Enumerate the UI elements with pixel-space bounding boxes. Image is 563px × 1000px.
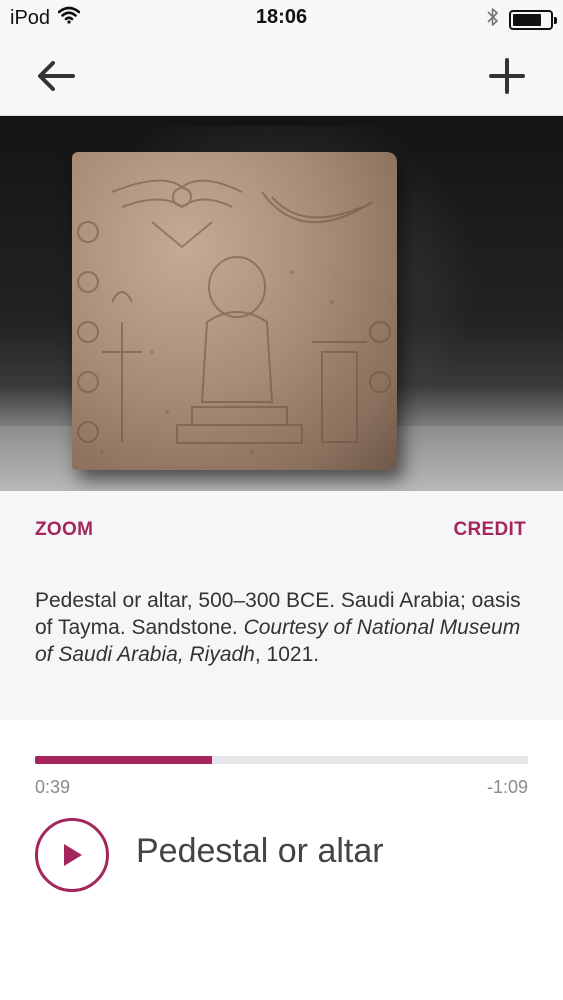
arrow-left-icon [38,61,75,91]
track-title: Pedestal or altar [136,832,384,870]
status-bar: iPod 18:06 [0,0,563,36]
time-elapsed: 0:39 [35,777,71,797]
time-remaining: -1:09 [486,777,528,797]
audio-player: 0:39 -1:09 Pedestal or altar [0,720,563,1000]
add-button[interactable] [485,54,529,98]
bluetooth-icon [487,7,499,32]
status-right [487,7,557,32]
plus-icon [489,58,525,94]
pedestal-relief [72,152,397,470]
caption-area: ZOOM CREDIT Pedestal or altar, 500–300 B… [0,491,563,720]
back-button[interactable] [34,54,78,98]
navigation-bar [0,36,563,116]
progress-bar[interactable] [35,756,528,764]
play-button[interactable] [35,818,109,892]
play-icon [64,844,82,866]
relief-carving [77,179,391,454]
caption-text-end: , 1021. [254,643,320,666]
status-time: 18:06 [255,6,308,28]
zoom-link[interactable]: ZOOM [35,519,93,541]
progress-fill [35,756,213,764]
artwork-image[interactable] [0,116,563,491]
credit-link[interactable]: CREDIT [453,519,526,541]
battery-icon [509,9,557,30]
caption-text: Pedestal or altar, 500–300 BCE. Saudi Ar… [35,587,530,668]
